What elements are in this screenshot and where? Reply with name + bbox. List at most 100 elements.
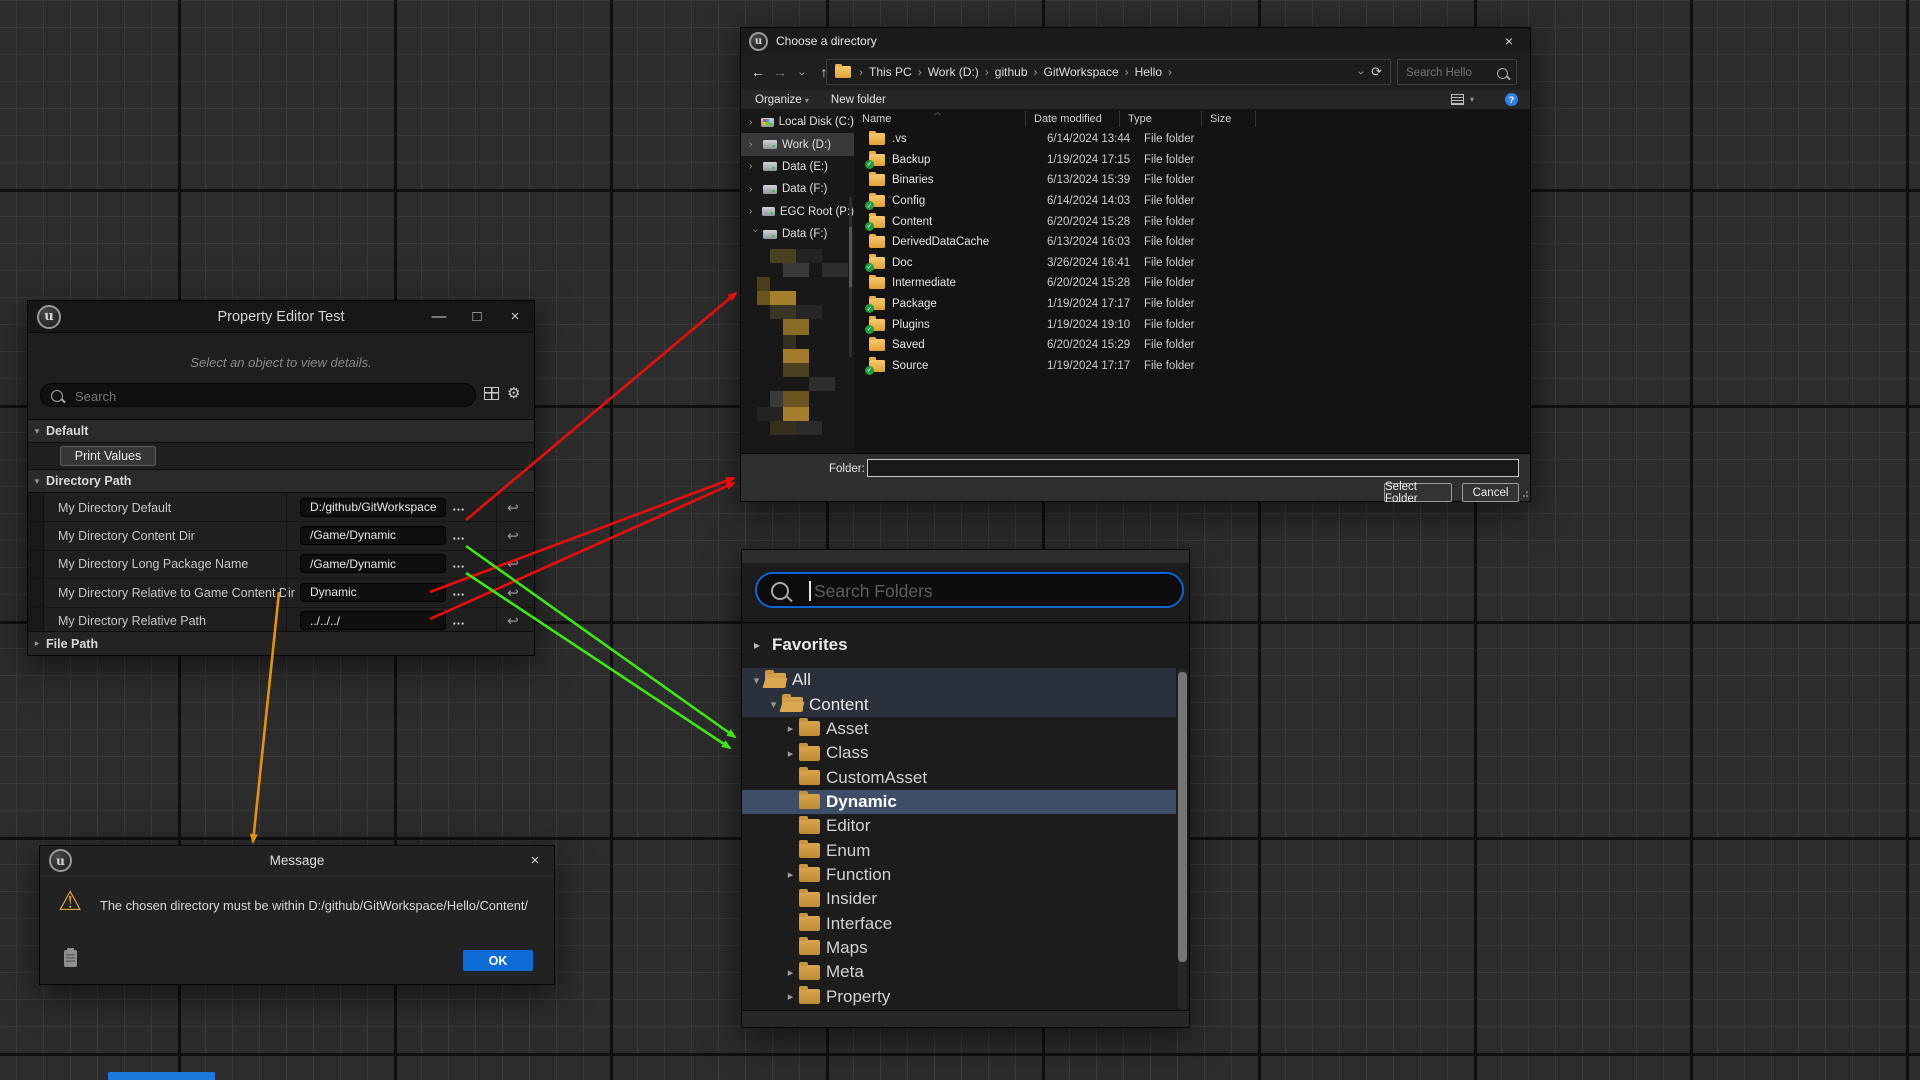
dialog-titlebar[interactable]: Choose a directory × bbox=[741, 28, 1530, 54]
folder-tree-item[interactable]: ▸ Asset bbox=[742, 717, 1176, 741]
file-row[interactable]: .vs 6/14/2024 13:44 File folder bbox=[854, 129, 1530, 150]
property-value-input[interactable]: D:/github/GitWorkspace bbox=[300, 498, 446, 517]
forward-icon[interactable]: → bbox=[769, 64, 791, 80]
cancel-button[interactable]: Cancel bbox=[1462, 483, 1519, 502]
dialog-titlebar[interactable]: Message bbox=[40, 846, 554, 876]
folder-name[interactable]: Enum bbox=[826, 841, 870, 861]
copy-to-clipboard-icon[interactable] bbox=[64, 950, 77, 967]
folder-name[interactable]: CustomAsset bbox=[826, 768, 927, 788]
resize-grip[interactable] bbox=[1520, 491, 1528, 499]
breadcrumb-label[interactable]: GitWorkspace bbox=[1044, 65, 1119, 79]
search-input[interactable] bbox=[73, 386, 457, 406]
folder-name[interactable]: Asset bbox=[826, 719, 869, 739]
file-name[interactable]: Content bbox=[892, 216, 1047, 228]
expander-chevron-icon[interactable]: › bbox=[749, 161, 761, 172]
folder-tree-item[interactable]: ▸ Meta bbox=[742, 960, 1176, 984]
display-options-icon[interactable] bbox=[484, 387, 499, 400]
sidebar-drive-item[interactable]: › EGC Root (P:) bbox=[741, 201, 854, 223]
folder-tree-item[interactable]: Dynamic bbox=[742, 790, 1176, 814]
file-row[interactable]: Saved 6/20/2024 15:29 File folder bbox=[854, 335, 1530, 356]
column-splitter[interactable] bbox=[286, 579, 287, 606]
sidebar-drive-item[interactable]: › Local Disk (C:) bbox=[741, 111, 854, 133]
column-splitter[interactable] bbox=[286, 522, 287, 549]
reset-to-default-icon[interactable]: ↩ bbox=[507, 584, 519, 601]
tree-caret-icon[interactable]: ▸ bbox=[782, 722, 799, 735]
file-row[interactable]: Backup 1/19/2024 17:15 File folder bbox=[854, 150, 1530, 171]
address-bar[interactable]: › This PC › Work (D:) › github bbox=[826, 59, 1391, 85]
scrollbar-thumb[interactable] bbox=[1178, 672, 1187, 962]
search-box[interactable] bbox=[40, 383, 476, 407]
sidebar-drive-item[interactable]: › Data (F:) bbox=[741, 178, 854, 200]
ok-button[interactable]: OK bbox=[463, 950, 533, 971]
gear-icon[interactable]: ⚙ bbox=[507, 384, 520, 402]
file-name[interactable]: Doc bbox=[892, 257, 1047, 269]
column-splitter[interactable] bbox=[286, 551, 287, 578]
select-folder-button[interactable]: Select Folder bbox=[1384, 483, 1452, 502]
tree-caret-icon[interactable]: ▸ bbox=[782, 966, 799, 979]
sidebar-scrollbar[interactable] bbox=[849, 197, 852, 357]
search-folders-box[interactable]: Search Folders bbox=[755, 572, 1184, 608]
folder-tree-item[interactable]: ▾ Content bbox=[742, 692, 1176, 716]
expander-chevron-icon[interactable]: › bbox=[750, 229, 761, 241]
expander-chevron-icon[interactable]: › bbox=[749, 184, 761, 195]
reset-to-default-icon[interactable]: ↩ bbox=[507, 556, 519, 573]
expander-chevron-icon[interactable]: › bbox=[749, 117, 759, 128]
reset-to-default-icon[interactable]: ↩ bbox=[507, 613, 519, 630]
file-name[interactable]: Backup bbox=[892, 154, 1047, 166]
folder-name[interactable]: Meta bbox=[826, 962, 864, 982]
help-icon[interactable] bbox=[1505, 93, 1518, 106]
file-row[interactable]: Package 1/19/2024 17:17 File folder bbox=[854, 294, 1530, 315]
section-default[interactable]: ▾ Default bbox=[28, 419, 534, 443]
breadcrumb-label[interactable]: This PC bbox=[869, 65, 912, 79]
search-box[interactable] bbox=[1397, 59, 1517, 85]
folder-name[interactable]: Insider bbox=[826, 889, 877, 909]
close-icon[interactable]: × bbox=[1488, 28, 1530, 54]
breadcrumb-segment[interactable]: › This PC bbox=[859, 65, 912, 79]
file-name[interactable]: Package bbox=[892, 298, 1047, 310]
tree-caret-icon[interactable]: ▸ bbox=[782, 990, 799, 1003]
file-name[interactable]: Config bbox=[892, 195, 1047, 207]
section-caret-icon[interactable]: ▸ bbox=[28, 638, 46, 649]
search-input[interactable] bbox=[1404, 62, 1494, 84]
folder-tree-item[interactable]: Editor bbox=[742, 814, 1176, 838]
file-row[interactable]: DerivedDataCache 6/13/2024 16:03 File fo… bbox=[854, 232, 1530, 253]
breadcrumb-segment[interactable]: › Hello bbox=[1125, 65, 1162, 79]
sidebar-drive-item[interactable]: › Work (D:) bbox=[741, 133, 854, 155]
tree-caret-icon[interactable]: ▸ bbox=[782, 747, 799, 760]
tree-caret-icon[interactable]: ▸ bbox=[782, 868, 799, 881]
section-caret-icon[interactable]: ▾ bbox=[28, 476, 46, 487]
folder-tree-item[interactable]: ▸ Property bbox=[742, 984, 1176, 1008]
print-values-button[interactable]: Print Values bbox=[60, 446, 156, 466]
folder-tree-item[interactable]: ▸ Function bbox=[742, 863, 1176, 887]
folder-name[interactable]: Dynamic bbox=[826, 792, 897, 812]
folder-tree-item[interactable]: Insider bbox=[742, 887, 1176, 911]
browse-ellipsis-button[interactable]: … bbox=[452, 584, 466, 599]
expander-chevron-icon[interactable]: › bbox=[749, 206, 760, 217]
organize-button[interactable]: Organize ▾ bbox=[755, 94, 809, 106]
file-name[interactable]: Intermediate bbox=[892, 277, 1047, 289]
folder-name[interactable]: Interface bbox=[826, 914, 892, 934]
file-row[interactable]: Source 1/19/2024 17:17 File folder bbox=[854, 356, 1530, 377]
history-chevron-icon[interactable]: › bbox=[796, 72, 810, 76]
file-row[interactable]: Intermediate 6/20/2024 15:28 File folder bbox=[854, 273, 1530, 294]
folder-name[interactable]: Class bbox=[826, 743, 869, 763]
favorites-section[interactable]: ▸ Favorites bbox=[742, 630, 1189, 660]
breadcrumb-segment[interactable]: › GitWorkspace bbox=[1034, 65, 1119, 79]
folder-name[interactable]: All bbox=[792, 670, 811, 690]
property-value-input[interactable]: Dynamic bbox=[300, 583, 446, 602]
file-row[interactable]: Plugins 1/19/2024 19:10 File folder bbox=[854, 314, 1530, 335]
back-icon[interactable]: ← bbox=[747, 64, 769, 80]
property-value-input[interactable]: /Game/Dynamic bbox=[300, 554, 446, 573]
view-mode-icon[interactable] bbox=[1451, 94, 1464, 105]
view-caret-icon[interactable]: ▾ bbox=[1470, 95, 1474, 104]
folder-name[interactable]: Function bbox=[826, 865, 891, 885]
sidebar-drive-item[interactable]: › Data (F:) bbox=[741, 223, 854, 245]
favorites-caret-icon[interactable]: ▸ bbox=[742, 638, 772, 652]
folder-name[interactable]: Content bbox=[809, 695, 869, 715]
file-name[interactable]: Plugins bbox=[892, 319, 1047, 331]
new-folder-button[interactable]: New folder bbox=[831, 94, 886, 106]
folder-name-input[interactable] bbox=[867, 459, 1519, 477]
column-date-modified[interactable]: Date modified bbox=[1026, 111, 1120, 127]
section-caret-icon[interactable]: ▾ bbox=[28, 426, 46, 437]
column-splitter[interactable] bbox=[286, 494, 287, 521]
